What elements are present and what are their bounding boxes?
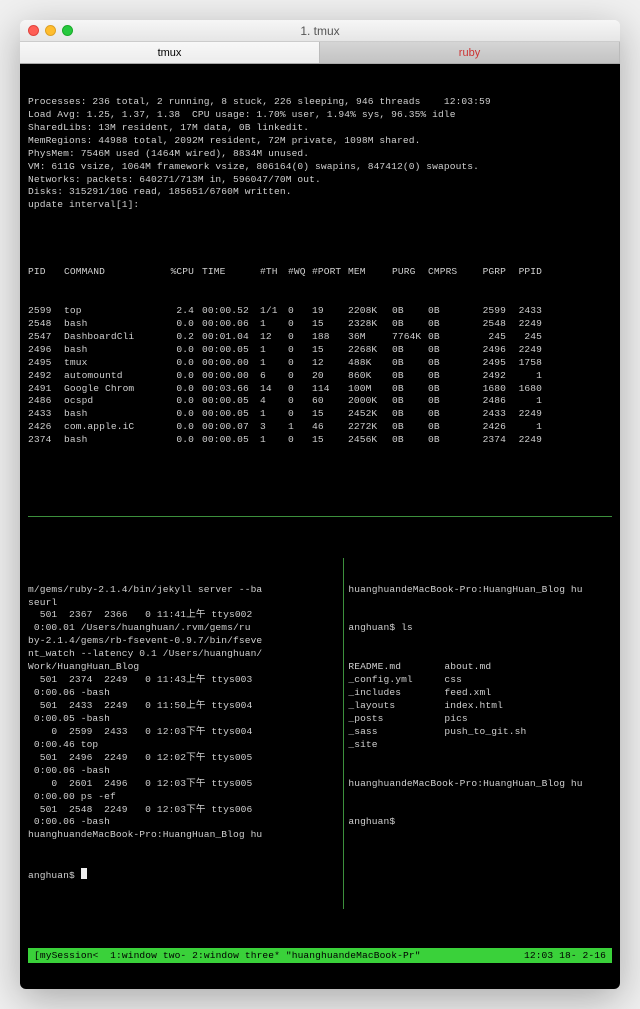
top-summary-line: Networks: packets: 640271/713M in, 59604… [28, 174, 612, 187]
tab-label: ruby [459, 47, 480, 59]
top-process-row: 2496bash0.000:00.0510152268K0B0B24962249 [28, 344, 612, 357]
tab-tmux[interactable]: tmux [20, 42, 320, 63]
top-summary-line: update interval[1]: [28, 199, 612, 212]
ps-output-line: 0:00.06 -bash [28, 687, 339, 700]
top-summary-line: PhysMem: 7546M used (1464M wired), 8834M… [28, 148, 612, 161]
top-process-row: 2548bash0.000:00.0610152328K0B0B25482249 [28, 318, 612, 331]
ps-output-line: 0:00.06 -bash [28, 816, 339, 829]
ps-output-line: seurl [28, 597, 339, 610]
ps-output-line: 501 2496 2249 0 12:02下午 ttys005 [28, 752, 339, 765]
top-header-row: PID COMMAND %CPU TIME #TH #WQ #PORT MEM … [28, 266, 612, 279]
prompt-line: anghuan$ ls [348, 622, 612, 635]
top-process-row: 2492automountd0.000:00.006020860K0B0B249… [28, 370, 612, 383]
ls-row: _layoutsindex.html [348, 700, 612, 713]
ps-output-line: 501 2374 2249 0 11:43上午 ttys003 [28, 674, 339, 687]
ps-output-line: 0 2599 2433 0 12:03下午 ttys004 [28, 726, 339, 739]
top-process-row: 2495tmux0.000:00.001012488K0B0B24951758 [28, 357, 612, 370]
prompt-line: huanghuandeMacBook-Pro:HuangHuan_Blog hu [348, 778, 612, 791]
top-summary-line: SharedLibs: 13M resident, 17M data, 0B l… [28, 122, 612, 135]
top-summary-line: VM: 611G vsize, 1064M framework vsize, 8… [28, 161, 612, 174]
ps-output-line: 0:00.00 ps -ef [28, 791, 339, 804]
top-process-row: 2433bash0.000:00.0510152452K0B0B24332249 [28, 408, 612, 421]
pane-right-ls[interactable]: huanghuandeMacBook-Pro:HuangHuan_Blog hu… [343, 558, 612, 909]
top-table: PID COMMAND %CPU TIME #TH #WQ #PORT MEM … [28, 240, 612, 473]
tab-ruby[interactable]: ruby [320, 42, 620, 63]
status-left: [mySession< 1:window two- 2:window three… [34, 949, 421, 962]
ps-output-line: by-2.1.4/gems/rb-fsevent-0.9.7/bin/fseve [28, 635, 339, 648]
tmux-status-bar[interactable]: [mySession< 1:window two- 2:window three… [28, 948, 612, 963]
top-summary: Processes: 236 total, 2 running, 8 stuck… [28, 96, 612, 212]
top-process-row: 2426com.apple.iC0.000:00.0731462272K0B0B… [28, 421, 612, 434]
pane-horizontal-separator [28, 516, 612, 517]
pane-left-ps[interactable]: m/gems/ruby-2.1.4/bin/jekyll server --ba… [28, 558, 343, 909]
ps-output-line: 0 2601 2496 0 12:03下午 ttys005 [28, 778, 339, 791]
ps-output-line: 0:00.01 /Users/huanghuan/.rvm/gems/ru [28, 622, 339, 635]
terminal-body[interactable]: Processes: 236 total, 2 running, 8 stuck… [20, 64, 620, 989]
top-process-row: 2486ocspd0.000:00.0540602000K0B0B24861 [28, 395, 612, 408]
top-summary-line: MemRegions: 44988 total, 2092M resident,… [28, 135, 612, 148]
tab-label: tmux [158, 47, 182, 59]
ls-row: README.mdabout.md [348, 661, 612, 674]
ls-row: _sasspush_to_git.sh [348, 726, 612, 739]
ls-row: _includesfeed.xml [348, 687, 612, 700]
ps-output-line: 0:00.46 top [28, 739, 339, 752]
ls-row: _config.ymlcss [348, 674, 612, 687]
lower-panes: m/gems/ruby-2.1.4/bin/jekyll server --ba… [28, 558, 612, 909]
top-process-row: 2374bash0.000:00.0510152456K0B0B23742249 [28, 434, 612, 447]
ps-output-line: nt_watch --latency 0.1 /Users/huanghuan/ [28, 648, 339, 661]
ps-output-line: 501 2433 2249 0 11:50上午 ttys004 [28, 700, 339, 713]
traffic-lights [28, 25, 73, 36]
top-process-row: 2491Google Chrom0.000:03.66140114100M0B0… [28, 383, 612, 396]
ls-row: _postspics [348, 713, 612, 726]
top-summary-line: Load Avg: 1.25, 1.37, 1.38 CPU usage: 1.… [28, 109, 612, 122]
ls-row: _site [348, 739, 612, 752]
titlebar[interactable]: 1. tmux [20, 20, 620, 42]
window-title: 1. tmux [20, 24, 620, 38]
ps-output-line: Work/HuangHuan_Blog [28, 661, 339, 674]
ps-output-line: m/gems/ruby-2.1.4/bin/jekyll server --ba [28, 584, 339, 597]
prompt-line: huanghuandeMacBook-Pro:HuangHuan_Blog hu [348, 584, 612, 597]
status-right: 12:03 18- 2-16 [524, 949, 606, 962]
top-process-row: 2547DashboardCli0.200:01.0412018836M7764… [28, 331, 612, 344]
ps-output-line: 501 2367 2366 0 11:41上午 ttys002 [28, 609, 339, 622]
shell-prompt-right[interactable]: anghuan$ [348, 816, 612, 829]
minimize-icon[interactable] [45, 25, 56, 36]
ps-output-line: huanghuandeMacBook-Pro:HuangHuan_Blog hu [28, 829, 339, 842]
tab-bar: tmux ruby [20, 42, 620, 64]
zoom-icon[interactable] [62, 25, 73, 36]
ps-output-line: 501 2548 2249 0 12:03下午 ttys006 [28, 804, 339, 817]
ps-output-line: 0:00.05 -bash [28, 713, 339, 726]
top-summary-line: Processes: 236 total, 2 running, 8 stuck… [28, 96, 612, 109]
shell-prompt-left[interactable]: anghuan$ [28, 868, 339, 883]
top-summary-line: Disks: 315291/10G read, 185651/6760M wri… [28, 186, 612, 199]
cursor-icon [81, 868, 87, 879]
top-process-row: 2599top2.400:00.521/10192208K0B0B2599243… [28, 305, 612, 318]
ps-output-line: 0:00.06 -bash [28, 765, 339, 778]
close-icon[interactable] [28, 25, 39, 36]
